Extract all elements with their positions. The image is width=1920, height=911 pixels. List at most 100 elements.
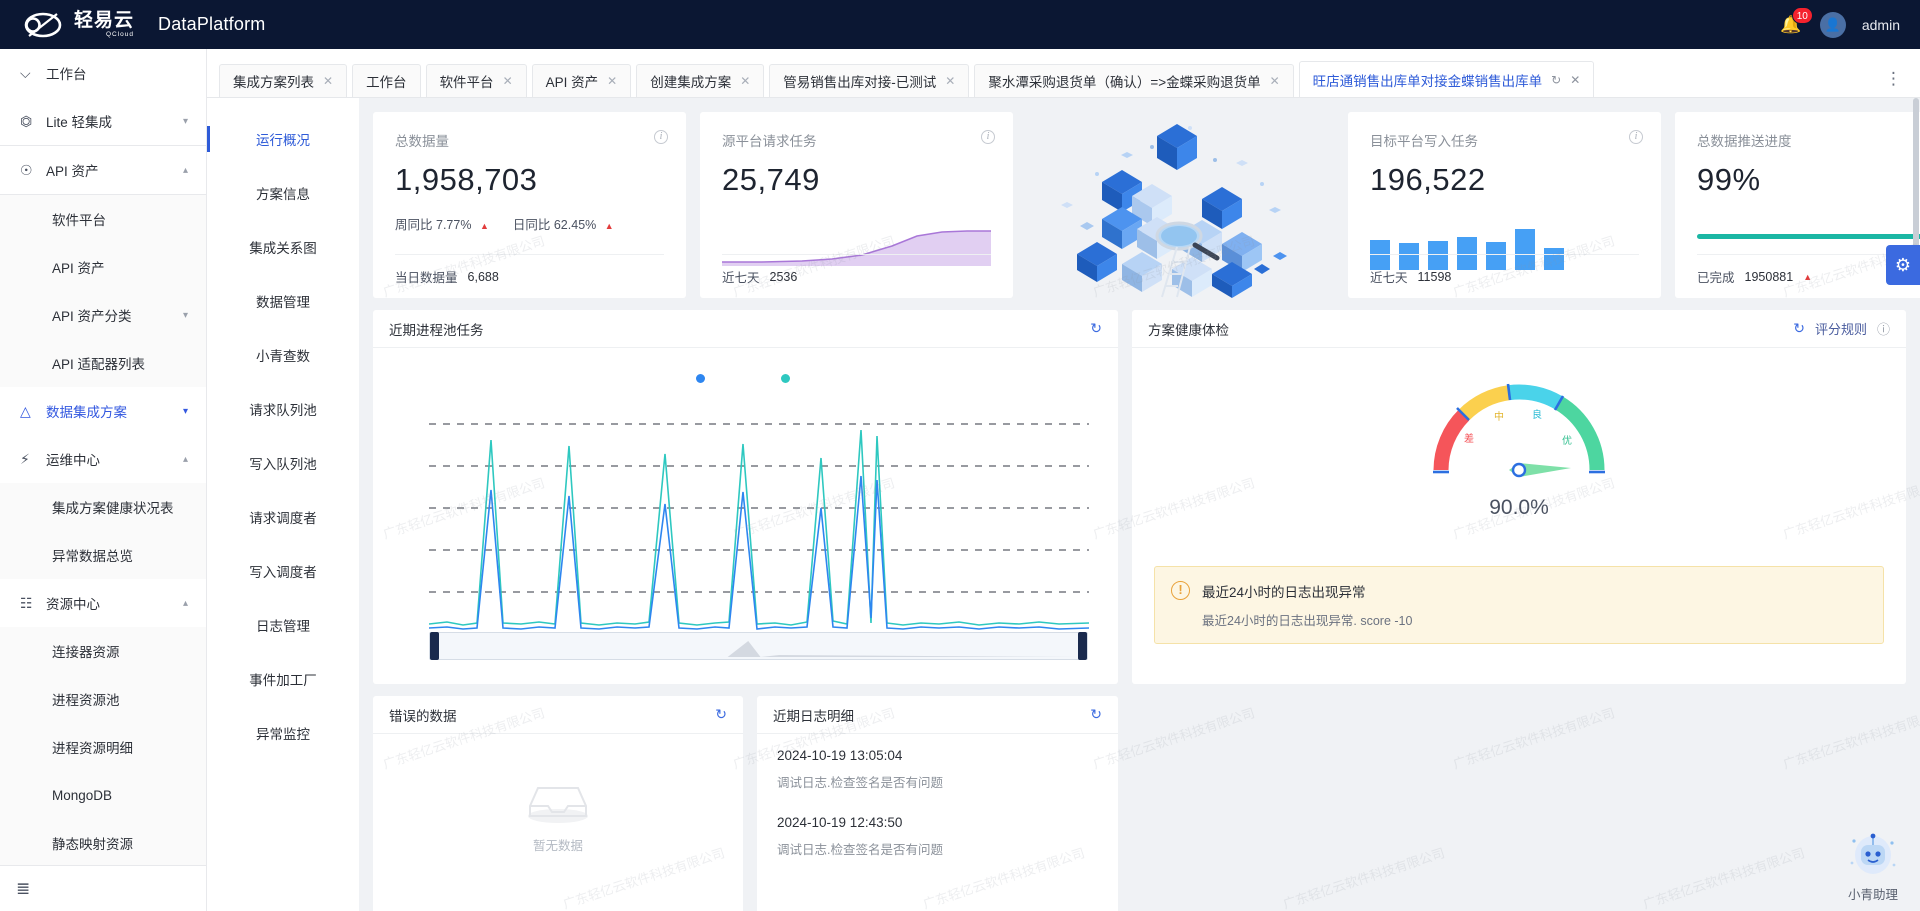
tab-integration-list[interactable]: 集成方案列表 ✕ <box>219 64 347 97</box>
list-item[interactable]: 2024-10-19 13:05:04 调试日志.检查签名是否有问题 <box>757 734 1118 801</box>
refresh-icon[interactable]: ↻ <box>1551 73 1561 87</box>
sidebar-item-lite[interactable]: ⏣ Lite 轻集成 ▾ <box>0 97 206 145</box>
log-timestamp: 2024-10-19 13:05:04 <box>777 748 1098 763</box>
compare-label: 周同比 <box>395 218 433 232</box>
sidebar-item-api-asset-category[interactable]: API 资产分类 ▾ <box>0 291 206 339</box>
assistant-widget[interactable]: 小青助理 <box>1844 827 1902 903</box>
more-vertical-icon: ⋮ <box>1885 69 1902 89</box>
sidebar-item-mongodb[interactable]: MongoDB <box>0 771 206 819</box>
sidebar-item-software-platform[interactable]: 软件平台 <box>0 195 206 243</box>
sidebar-item-data-integration[interactable]: △ 数据集成方案 ▾ <box>0 387 206 435</box>
question-circle-icon[interactable]: ⓘ <box>1877 319 1890 338</box>
tab-software-platform[interactable]: 软件平台 ✕ <box>426 64 527 97</box>
section-nav-label: 方案信息 <box>256 183 310 203</box>
empty-text: 暂无数据 <box>533 835 583 854</box>
section-nav-item-overview[interactable]: 运行概况 <box>207 112 359 166</box>
info-circle-icon[interactable]: i <box>654 130 668 144</box>
chart-datazoom-slider[interactable] <box>429 632 1088 660</box>
section-nav-item-scheme-info[interactable]: 方案信息 <box>207 166 359 220</box>
settings-float-button[interactable]: ⚙ <box>1886 245 1920 285</box>
qcloud-logo-icon <box>22 10 64 40</box>
list-item[interactable]: 2024-10-19 12:43:50 调试日志.检查签名是否有问题 <box>757 801 1118 868</box>
sidebar-submenu-resource: 连接器资源 进程资源池 进程资源明细 MongoDB 静态映射资源 <box>0 627 206 865</box>
section-nav: 运行概况 方案信息 集成关系图 数据管理 小青查数 请求队列池 写入队列池 请求… <box>207 98 359 911</box>
datazoom-handle-right[interactable] <box>1078 632 1087 660</box>
section-nav-item-exception-monitor[interactable]: 异常监控 <box>207 706 359 760</box>
dashboard-main: 总数据量 i 1,958,703 周同比 7.77% ▲ 日同比 62.45% … <box>359 98 1920 911</box>
tab-api-assets[interactable]: API 资产 ✕ <box>532 64 632 97</box>
sidebar-item-api-asset[interactable]: API 资产 <box>0 243 206 291</box>
scoring-rules-link[interactable]: 评分规则 <box>1815 319 1867 338</box>
close-icon[interactable]: ✕ <box>1270 74 1280 88</box>
close-icon[interactable]: ✕ <box>740 74 750 88</box>
sidebar-item-connector-resource[interactable]: 连接器资源 <box>0 627 206 675</box>
section-nav-item-event-factory[interactable]: 事件加工厂 <box>207 652 359 706</box>
sidebar-collapse-button[interactable]: ≣ <box>0 865 206 911</box>
sidebar-item-process-detail[interactable]: 进程资源明细 <box>0 723 206 771</box>
info-circle-icon[interactable]: i <box>981 130 995 144</box>
close-icon[interactable]: ✕ <box>945 74 955 88</box>
brand-logo[interactable]: 轻易云 QCloud DataPlatform <box>0 10 265 40</box>
tab-wangdiantong-sales-outbound[interactable]: 旺店通销售出库单对接金蝶销售出库单 ↻ ✕ <box>1299 61 1595 97</box>
refresh-icon[interactable]: ↻ <box>1090 320 1102 337</box>
sidebar-item-process-pool[interactable]: 进程资源池 <box>0 675 206 723</box>
sidebar-item-ops-center[interactable]: ⚡ 运维中心 ▴ <box>0 435 206 483</box>
datazoom-handle-left[interactable] <box>430 632 439 660</box>
legend-color-swatch <box>696 374 705 383</box>
sidebar-item-api-adapter-list[interactable]: API 适配器列表 <box>0 339 206 387</box>
section-nav-item-relation-graph[interactable]: 集成关系图 <box>207 220 359 274</box>
section-nav-item-log-management[interactable]: 日志管理 <box>207 598 359 652</box>
tab-workbench[interactable]: 工作台 <box>352 64 421 97</box>
avatar[interactable]: 👤 <box>1820 12 1846 38</box>
compare-label: 日同比 <box>513 218 551 232</box>
sidebar-item-api-assets[interactable]: ☉ API 资产 ▴ <box>0 146 206 194</box>
bottom-row: 错误的数据 ↻ 暂无数据 近期日志明细 <box>373 696 1906 911</box>
sidebar-item-static-mapping[interactable]: 静态映射资源 <box>0 819 206 865</box>
app-name: DataPlatform <box>158 14 265 35</box>
username-label[interactable]: admin <box>1862 17 1900 33</box>
close-icon[interactable]: ✕ <box>323 74 333 88</box>
section-nav-item-data-management[interactable]: 数据管理 <box>207 274 359 328</box>
notifications-button[interactable]: 🔔 10 <box>1778 12 1804 38</box>
section-nav-item-write-scheduler[interactable]: 写入调度者 <box>207 544 359 598</box>
refresh-icon[interactable]: ↻ <box>1793 320 1805 337</box>
close-icon[interactable]: ✕ <box>607 74 617 88</box>
tab-guanyi-sales-outbound[interactable]: 管易销售出库对接-已测试 ✕ <box>769 64 969 97</box>
legend-item[interactable] <box>781 374 796 383</box>
close-icon[interactable]: ✕ <box>1570 73 1580 87</box>
compass-icon: ☉ <box>20 162 40 179</box>
tab-label: 工作台 <box>366 71 407 91</box>
gauge-label-poor: 差 <box>1464 432 1474 445</box>
sidebar-item-resource-center[interactable]: ☷ 资源中心 ▴ <box>0 579 206 627</box>
sidebar-item-label: 集成方案健康状况表 <box>52 497 174 517</box>
refresh-icon[interactable]: ↻ <box>1090 706 1102 723</box>
refresh-icon[interactable]: ↻ <box>715 706 727 723</box>
section-nav-item-request-queue[interactable]: 请求队列池 <box>207 382 359 436</box>
info-circle-icon[interactable]: i <box>1629 130 1643 144</box>
tab-jushuitan-purchase-return[interactable]: 聚水潭采购退货单（确认）=>金蝶采购退货单 ✕ <box>974 64 1293 97</box>
section-nav-item-query[interactable]: 小青查数 <box>207 328 359 382</box>
stat-card-title: 源平台请求任务 <box>722 130 991 150</box>
section-nav-label: 集成关系图 <box>249 237 317 257</box>
health-warning-box: ! 最近24小时的日志出现异常 最近24小时的日志出现异常. score -10 <box>1154 566 1884 644</box>
sidebar-item-label: Lite 轻集成 <box>46 111 112 131</box>
tab-overflow-button[interactable]: ⋮ <box>1885 69 1920 97</box>
collapse-menu-icon: ≣ <box>16 879 30 899</box>
tab-create-integration[interactable]: 创建集成方案 ✕ <box>636 64 764 97</box>
sidebar-item-abnormal-overview[interactable]: 异常数据总览 <box>0 531 206 579</box>
legend-item[interactable] <box>696 374 711 383</box>
page-scrollbar[interactable] <box>1912 98 1920 911</box>
stat-card-title: 总数据推送进度 <box>1697 130 1920 150</box>
warning-detail: 最近24小时的日志出现异常. score -10 <box>1202 610 1412 629</box>
section-nav-item-write-queue[interactable]: 写入队列池 <box>207 436 359 490</box>
sidebar-item-health-table[interactable]: 集成方案健康状况表 <box>0 483 206 531</box>
assistant-label: 小青助理 <box>1844 884 1902 903</box>
stat-card-value: 99% <box>1697 162 1920 198</box>
dashboard-illustration <box>1027 112 1334 298</box>
footer-value: 2536 <box>770 270 798 284</box>
section-nav-item-request-scheduler[interactable]: 请求调度者 <box>207 490 359 544</box>
compare-value: 62.45% <box>554 218 596 232</box>
sidebar-item-workbench[interactable]: ⌵ 工作台 <box>0 49 206 97</box>
sidebar-item-label: API 资产 <box>52 257 105 277</box>
close-icon[interactable]: ✕ <box>503 74 513 88</box>
